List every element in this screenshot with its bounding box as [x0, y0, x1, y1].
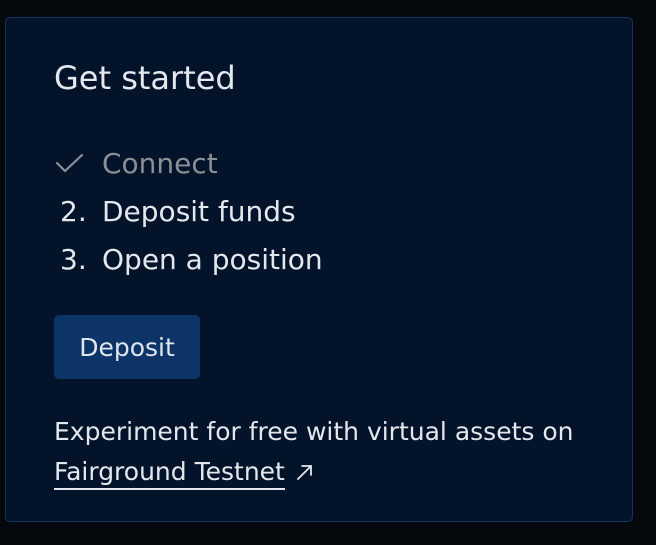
- step-number: 2.: [60, 194, 87, 228]
- step-marker-completed: [54, 151, 102, 175]
- step-label: Open a position: [102, 242, 323, 276]
- fairground-testnet-link[interactable]: Fairground Testnet: [54, 457, 285, 490]
- step-number: 3.: [60, 242, 87, 276]
- step-deposit-funds: 2. Deposit funds: [54, 187, 323, 235]
- checkmark-icon: [55, 153, 84, 173]
- testnet-notice: Experiment for free with virtual assets …: [54, 412, 614, 492]
- card-title: Get started: [54, 59, 236, 97]
- get-started-card: Get started Connect 2. Deposit funds 3. …: [5, 17, 633, 522]
- step-connect: Connect: [54, 139, 323, 187]
- external-link-arrow-icon[interactable]: [295, 462, 315, 482]
- onboarding-steps: Connect 2. Deposit funds 3. Open a posit…: [54, 139, 323, 283]
- deposit-button[interactable]: Deposit: [54, 315, 200, 379]
- testnet-notice-text: Experiment for free with virtual assets …: [54, 417, 574, 446]
- step-open-position: 3. Open a position: [54, 235, 323, 283]
- step-label: Deposit funds: [102, 194, 296, 228]
- step-label: Connect: [102, 146, 218, 180]
